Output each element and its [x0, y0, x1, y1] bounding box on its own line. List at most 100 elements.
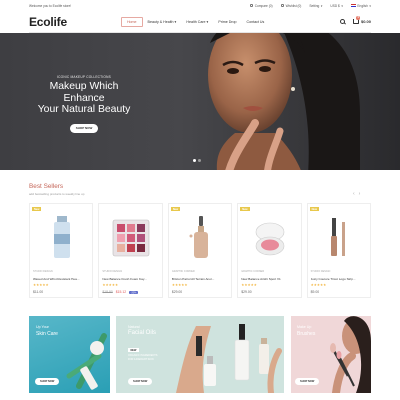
promo-banners: Up Your Skin Care SHOP NOW Natural Facia… [29, 316, 371, 393]
chevron-left-icon[interactable]: ‹ [353, 191, 355, 197]
product-category: GRAPHIC CORNER [171, 270, 195, 273]
hero-title-line2: Your Natural Beauty [37, 104, 131, 115]
wishlist-link[interactable]: Wishlist (0) [280, 3, 302, 8]
banner2-shop-now-button[interactable]: SHOP NOW [128, 378, 153, 385]
currency-dropdown[interactable]: USD $ ▾ [330, 4, 343, 8]
product-image [189, 216, 208, 258]
compare-label: Compare (0) [254, 3, 273, 8]
banner2-desc2: FOR A RADIANT SKIN [128, 358, 154, 361]
language-dropdown[interactable]: English ▾ [350, 3, 371, 8]
product-category: STUDIO DESIGN [33, 270, 53, 273]
best-sellers-subtitle: add bestselling products to weekly line … [29, 192, 85, 196]
banner2-small: Natural [128, 325, 140, 329]
product-name[interactable]: Waxed And Wrist Resistant Hea... [33, 277, 92, 281]
nav-beauty-health[interactable]: Beauty & Health ▾ [143, 18, 182, 26]
rating-stars: ★★★★★ [33, 283, 49, 287]
cart-total: $0.00 [360, 19, 371, 24]
product-carousel: New STUDIO DESIGN Waxed And Wrist Resist… [29, 203, 372, 298]
main-header: Ecolife Home Beauty & Health ▾ Health Ca… [29, 11, 371, 33]
product-card[interactable]: New GRAPHIC CORNER New Balance Arishi Sp… [237, 203, 302, 298]
makeup-brushes-image [330, 316, 371, 393]
product-card[interactable]: STUDIO DESIGN New Balance Fresh Foam Kay… [98, 203, 163, 298]
nav-contact[interactable]: Contact Us [242, 18, 270, 26]
product-price: $18.90 $15.12 -20% [102, 290, 138, 295]
hero-text: ICONIC MAKEUP COLLECTIONS Makeup Which E… [29, 75, 139, 133]
nav-prime-drop[interactable]: Prime Drop [213, 18, 241, 26]
top-bar: Welcome you to Ecolife store! Compare (0… [29, 2, 371, 9]
nav-beauty-health-label: Beauty & Health [147, 19, 174, 24]
banner-skin-care[interactable]: Up Your Skin Care SHOP NOW [29, 316, 110, 393]
product-price: $11.00 [33, 290, 43, 294]
hero-slider: ICONIC MAKEUP COLLECTIONS Makeup Which E… [0, 33, 400, 170]
chevron-down-icon: ▾ [341, 3, 343, 8]
product-name[interactable]: Juicy Couture Tricot Logo Strip... [311, 277, 370, 281]
hero-title-line1: Makeup Which Enhance [49, 81, 119, 104]
nav-home[interactable]: Home [120, 16, 143, 27]
product-card[interactable]: New GRAPHIC CORNER Brixton Patrol All Te… [167, 203, 233, 298]
slider-dot-2[interactable] [198, 159, 201, 162]
product-category: GRAPHIC CORNER [241, 270, 265, 273]
best-sellers-title: Best Sellers [29, 183, 64, 190]
product-image [330, 218, 345, 256]
hero-title: Makeup Which Enhance Your Natural Beauty [29, 81, 139, 116]
banner3-shop-now-button[interactable]: SHOP NOW [295, 378, 320, 385]
banner-facial-oils[interactable]: Natural Facial Oils NEW ORGANIC INGREDIE… [116, 316, 284, 393]
banner2-new-tag: NEW [128, 348, 139, 353]
chevron-right-icon[interactable]: › [359, 191, 361, 197]
nav-health-care[interactable]: Health Care ▾ [181, 18, 213, 26]
product-card[interactable]: New STUDIO DESIGN Juicy Couture Tricot L… [306, 203, 372, 298]
discount-badge: -20% [129, 290, 138, 295]
banner-makeup-brushes[interactable]: Make Up Brushes SHOP NOW [291, 316, 371, 393]
rating-stars: ★★★★★ [102, 283, 119, 287]
slider-dots [193, 159, 201, 162]
rating-stars: ★★★★★ [310, 283, 327, 287]
banner3-title: Brushes [297, 331, 316, 337]
skin-care-image [66, 333, 107, 390]
rating-stars: ★★★★★ [241, 283, 257, 287]
product-category: STUDIO DESIGN [102, 270, 123, 273]
product-name[interactable]: Brixton Patrol All Terrain Anor... [172, 277, 231, 281]
heart-icon [280, 3, 285, 8]
cart-icon: 0 [352, 16, 360, 24]
price-value: $9.00 [310, 290, 320, 294]
product-name[interactable]: New Balance Arishi Sport V1 [241, 277, 300, 281]
currency-label: USD $ [330, 3, 340, 8]
logo[interactable]: Ecolife [29, 15, 67, 29]
old-price: $18.90 [102, 290, 113, 294]
nav-health-care-label: Health Care [186, 19, 206, 24]
banner1-title: Skin Care [36, 331, 58, 337]
slider-dot-1[interactable] [193, 159, 196, 162]
cart-button[interactable]: 0 $0.00 [352, 16, 371, 24]
setting-label: Setting [309, 3, 320, 8]
flag-icon [350, 3, 356, 8]
banner2-desc1: ORGANIC INGREDIENTS [128, 354, 158, 357]
compare-icon [249, 3, 254, 8]
product-card[interactable]: New STUDIO DESIGN Waxed And Wrist Resist… [29, 203, 94, 298]
search-icon[interactable] [339, 19, 345, 24]
banner1-small: Up Your [36, 325, 49, 329]
product-category: STUDIO DESIGN [310, 270, 331, 273]
welcome-text: Welcome you to Ecolife store! [29, 3, 72, 8]
setting-dropdown[interactable]: Setting ▾ [309, 4, 322, 8]
banner3-small: Make Up [297, 325, 312, 329]
rating-stars: ★★★★★ [171, 283, 188, 287]
main-nav: Home Beauty & Health ▾ Health Care ▾ Pri… [120, 16, 270, 27]
hero-shop-now-button[interactable]: SHOP NOW [69, 123, 99, 133]
price-value: $29.00 [241, 290, 252, 294]
product-name[interactable]: New Balance Fresh Foam Kay... [102, 277, 161, 281]
product-price: $29.00 [172, 290, 182, 294]
facial-oils-image [176, 324, 282, 393]
chevron-down-icon: ▾ [320, 3, 323, 8]
chevron-down-icon: ▾ [206, 19, 209, 24]
product-image [54, 216, 70, 258]
new-badge: New [309, 207, 319, 212]
banner2-title: Facial Oils [128, 330, 157, 336]
new-badge: New [170, 207, 181, 212]
price-value: $11.00 [33, 290, 44, 294]
sale-price: $15.12 [115, 290, 127, 294]
new-badge: New [32, 207, 42, 212]
banner1-shop-now-button[interactable]: SHOP NOW [35, 378, 60, 385]
chevron-down-icon: ▾ [174, 19, 177, 24]
compare-link[interactable]: Compare (0) [249, 3, 273, 8]
wishlist-label: Wishlist (0) [285, 3, 302, 8]
